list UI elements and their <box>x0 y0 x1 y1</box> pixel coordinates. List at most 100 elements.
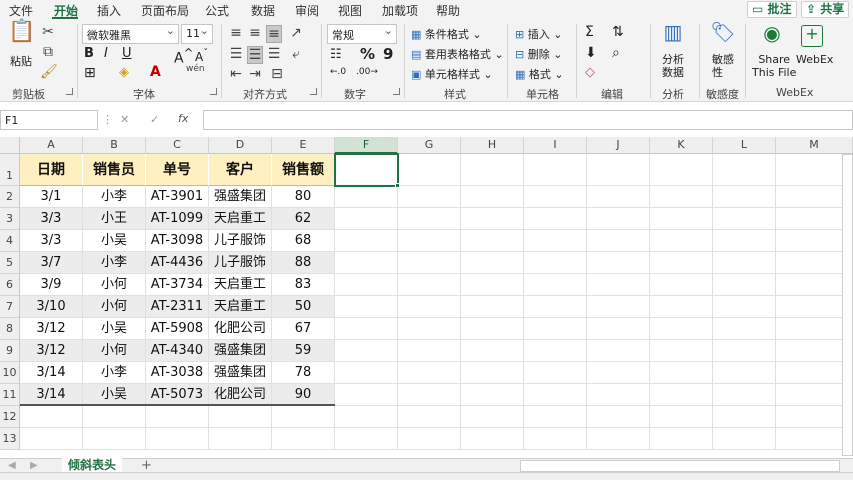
cell-g6[interactable] <box>398 274 461 296</box>
cell-j9[interactable] <box>587 340 650 362</box>
cell-e7[interactable]: 50 <box>272 296 335 318</box>
cell-a3[interactable]: 3/3 <box>20 208 83 230</box>
column-header-a[interactable]: A <box>20 137 83 154</box>
cell-b8[interactable]: 小吴 <box>83 318 146 340</box>
cell-k3[interactable] <box>650 208 713 230</box>
column-header-c[interactable]: C <box>146 137 209 154</box>
format-painter-icon[interactable]: 🖌 <box>40 64 58 80</box>
row-header-3[interactable]: 3 <box>0 208 20 230</box>
align-top-icon[interactable]: ≡ <box>228 25 244 41</box>
cell-c8[interactable]: AT-5908 <box>146 318 209 340</box>
copy-icon[interactable]: ⧉ <box>40 44 56 60</box>
cell-d4[interactable]: 儿子服饰 <box>209 230 272 252</box>
clear-icon[interactable]: ◇ <box>585 65 595 80</box>
cell-c4[interactable]: AT-3098 <box>146 230 209 252</box>
cell-b1[interactable]: 销售员 <box>83 154 146 186</box>
column-header-j[interactable]: J <box>587 137 650 154</box>
wrap-text-icon[interactable]: ⤶ <box>288 46 304 62</box>
align-right-icon[interactable]: ☰ <box>266 46 282 62</box>
cell-l4[interactable] <box>713 230 776 252</box>
column-header-h[interactable]: H <box>461 137 524 154</box>
cell-l5[interactable] <box>713 252 776 274</box>
cell-l13[interactable] <box>713 428 776 450</box>
name-box-dropdown-icon[interactable]: ⋮ <box>102 113 113 126</box>
cell-k12[interactable] <box>650 406 713 428</box>
cell-d11[interactable]: 化肥公司 <box>209 384 272 406</box>
cell-l3[interactable] <box>713 208 776 230</box>
row-header-5[interactable]: 5 <box>0 252 20 274</box>
horizontal-scrollbar[interactable] <box>520 460 840 472</box>
tab-insert[interactable]: 插入 <box>97 2 121 19</box>
align-center-icon[interactable]: ☰ <box>247 46 263 64</box>
cell-c9[interactable]: AT-4340 <box>146 340 209 362</box>
cell-c10[interactable]: AT-3038 <box>146 362 209 384</box>
cell-b6[interactable]: 小何 <box>83 274 146 296</box>
cell-i13[interactable] <box>524 428 587 450</box>
cell-k8[interactable] <box>650 318 713 340</box>
cell-c3[interactable]: AT-1099 <box>146 208 209 230</box>
row-header-6[interactable]: 6 <box>0 274 20 296</box>
borders-icon[interactable]: ⊞ <box>84 65 96 81</box>
column-header-b[interactable]: B <box>83 137 146 154</box>
cell-j1[interactable] <box>587 154 650 186</box>
tab-review[interactable]: 审阅 <box>295 2 319 19</box>
cell-g3[interactable] <box>398 208 461 230</box>
cell-l1[interactable] <box>713 154 776 186</box>
comma-style-button[interactable]: 9 <box>383 45 393 63</box>
autosum-button[interactable]: Σ <box>585 24 594 40</box>
cell-i9[interactable] <box>524 340 587 362</box>
share-button[interactable]: ⇪ 共享 <box>801 1 850 18</box>
column-header-f[interactable]: F <box>335 137 398 154</box>
format-cells-button[interactable]: ▦ 格式 ⌄ <box>515 66 564 82</box>
cell-e2[interactable]: 80 <box>272 186 335 208</box>
cell-d2[interactable]: 强盛集团 <box>209 186 272 208</box>
cell-j4[interactable] <box>587 230 650 252</box>
enter-icon[interactable]: ✓ <box>150 113 159 126</box>
formula-input[interactable] <box>203 110 853 130</box>
cell-i6[interactable] <box>524 274 587 296</box>
cancel-icon[interactable]: ✕ <box>120 113 129 126</box>
tab-file[interactable]: 文件 <box>9 2 33 19</box>
number-launcher-icon[interactable] <box>393 88 400 95</box>
cell-f1[interactable] <box>335 154 398 186</box>
cell-styles-button[interactable]: ▣ 单元格样式 ⌄ <box>411 66 493 82</box>
cell-l8[interactable] <box>713 318 776 340</box>
cell-k13[interactable] <box>650 428 713 450</box>
align-middle-icon[interactable]: ≡ <box>247 25 263 41</box>
cell-l9[interactable] <box>713 340 776 362</box>
vertical-scrollbar[interactable] <box>842 154 853 456</box>
column-header-k[interactable]: K <box>650 137 713 154</box>
cell-j11[interactable] <box>587 384 650 406</box>
cell-k9[interactable] <box>650 340 713 362</box>
cell-c1[interactable]: 单号 <box>146 154 209 186</box>
paste-icon[interactable]: 📋 <box>8 21 35 50</box>
cell-i1[interactable] <box>524 154 587 186</box>
cell-l11[interactable] <box>713 384 776 406</box>
cell-e13[interactable] <box>272 428 335 450</box>
worksheet-grid[interactable]: ABCDEFGHIJKLM 1 2 3 4 5 6 7 8 9 10 11 12 13 日期 销售员 单号客… <box>0 137 853 458</box>
cell-f11[interactable] <box>335 384 398 406</box>
tab-data[interactable]: 数据 <box>251 2 275 19</box>
font-launcher-icon[interactable] <box>210 88 217 95</box>
cell-f8[interactable] <box>335 318 398 340</box>
orientation-icon[interactable]: ↗ <box>288 25 304 41</box>
cell-h11[interactable] <box>461 384 524 406</box>
column-header-g[interactable]: G <box>398 137 461 154</box>
cell-k11[interactable] <box>650 384 713 406</box>
cell-f7[interactable] <box>335 296 398 318</box>
cell-k1[interactable] <box>650 154 713 186</box>
cell-e5[interactable]: 88 <box>272 252 335 274</box>
cell-j3[interactable] <box>587 208 650 230</box>
cell-h1[interactable] <box>461 154 524 186</box>
cell-e11[interactable]: 90 <box>272 384 335 406</box>
cell-i3[interactable] <box>524 208 587 230</box>
webex-icon[interactable]: + <box>801 25 823 47</box>
cell-d13[interactable] <box>209 428 272 450</box>
cell-e9[interactable]: 59 <box>272 340 335 362</box>
row-header-9[interactable]: 9 <box>0 340 20 362</box>
cell-b13[interactable] <box>83 428 146 450</box>
cell-j12[interactable] <box>587 406 650 428</box>
row-header-11[interactable]: 11 <box>0 384 20 406</box>
cell-d10[interactable]: 强盛集团 <box>209 362 272 384</box>
cell-a11[interactable]: 3/14 <box>20 384 83 406</box>
